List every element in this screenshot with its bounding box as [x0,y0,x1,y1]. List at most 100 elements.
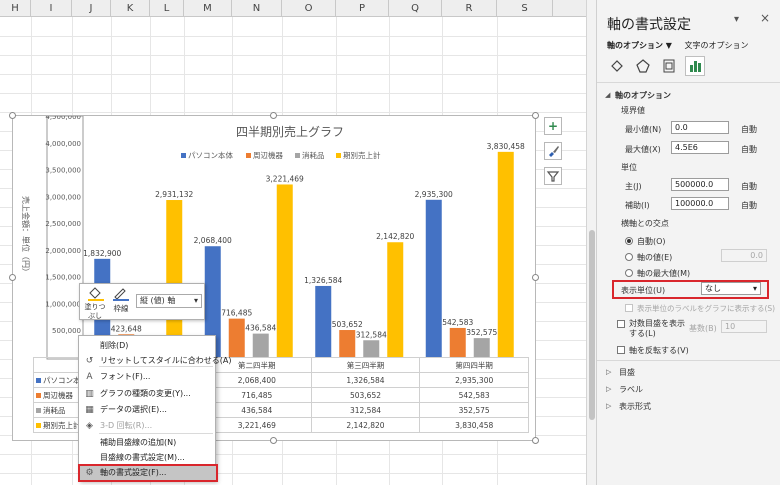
max-auto-button[interactable]: 自動 [741,144,757,155]
axis-value-input[interactable]: 0.0 [721,249,767,262]
major-input[interactable]: 500000.0 [671,178,729,191]
menu-item[interactable]: 削除(D) [79,338,217,354]
column-header[interactable]: L [150,0,184,17]
major-auto-button[interactable]: 自動 [741,181,757,192]
y-tick-label: 4,000,000 [45,140,81,148]
chevron-down-icon: ▾ [193,296,198,305]
chart-resize-handle[interactable] [270,112,277,119]
menu-item[interactable]: 補助目盛線の追加(N) [79,435,217,451]
show-units-label: 表示単位のラベルをグラフに表示する(S) [637,304,776,313]
chevron-down-icon: ▾ [752,284,757,293]
column-header[interactable]: N [232,0,282,17]
menu-item-label: 削除(D) [100,341,129,350]
min-auto-button[interactable]: 自動 [741,124,757,135]
column-header[interactable]: J [72,0,111,17]
bar [387,242,404,357]
section-number[interactable]: 表示形式 [619,401,651,412]
reset-icon: ↺ [85,356,94,366]
chart-resize-handle[interactable] [532,112,539,119]
legend-key [36,423,41,428]
font-icon: A [86,372,93,382]
menu-item[interactable]: A フォント(F)... [79,369,217,385]
min-input[interactable]: 0.0 [671,121,729,134]
menu-item[interactable]: ▥ グラフの種類の変更(Y)... [79,386,217,402]
gridline [0,93,586,94]
scrollbar-thumb[interactable] [589,230,595,420]
data-label: 503,652 [332,320,363,329]
table-cell: 503,652 [310,387,421,403]
paint-bucket-icon [88,287,104,301]
chart-resize-handle[interactable] [270,437,277,444]
chart-element-select[interactable]: 縦 (値) 軸 ▾ [136,294,202,308]
column-header[interactable]: Q [389,0,442,17]
collapsed-icon: ▷ [606,368,612,376]
pane-options-dropdown[interactable]: ▾ [734,14,739,25]
column-header[interactable]: R [442,0,497,17]
minor-auto-button[interactable]: 自動 [741,200,757,211]
chart-styles-button[interactable] [544,142,562,160]
column-header[interactable]: O [282,0,336,17]
chart-filters-button[interactable] [544,167,562,185]
column-header[interactable]: S [497,0,553,17]
minor-input[interactable]: 100000.0 [671,197,729,210]
max-input[interactable]: 4.5E6 [671,141,729,154]
menu-item-label: グラフの種類の変更(Y)... [100,389,191,398]
show-units-checkbox[interactable] [625,304,633,312]
section-ticks[interactable]: 目盛 [619,367,635,378]
bar [228,318,245,357]
radio-axis-max-label: 軸の最大値(M) [637,269,691,278]
effects-icon[interactable] [633,56,653,76]
column-header[interactable]: H [0,0,31,17]
menu-item[interactable]: 目盛線の書式設定(M)... [79,450,217,466]
pane-title: 軸の書式設定 [607,17,691,33]
chart-elements-button[interactable]: + [544,117,562,135]
pane-tabs: 軸のオプション ▼ 文字のオプション [607,40,758,51]
menu-item[interactable]: ⚙ 軸の書式設定(F)... [78,464,218,482]
outline-button[interactable]: 枠線 [110,287,132,314]
vertical-scrollbar[interactable] [586,0,596,485]
radio-axis-value[interactable] [625,253,633,261]
table-cell: 312,584 [310,402,421,418]
bar [339,330,356,357]
radio-axis-max[interactable] [625,269,633,277]
units-label: 単位 [621,163,637,172]
chart-resize-handle[interactable] [532,274,539,281]
format-axis-icon: ⚙ [85,468,94,478]
chart-resize-handle[interactable] [532,437,539,444]
tab-axis-options[interactable]: 軸のオプション ▼ [607,40,672,51]
bar [252,333,269,357]
close-icon[interactable]: × [760,11,770,25]
table-cell: 352,575 [419,402,529,418]
gridline [0,55,586,56]
size-properties-icon[interactable] [659,56,679,76]
section-labels[interactable]: ラベル [619,384,643,395]
divider [597,360,780,361]
axis-options-icon[interactable] [685,56,705,76]
column-header[interactable]: P [336,0,389,17]
display-units-select[interactable]: なし ▾ [701,282,761,295]
column-header[interactable]: K [111,0,150,17]
table-cell: 3,830,458 [419,417,529,433]
legend-entry: 消耗品 [302,150,325,160]
log-scale-checkbox[interactable] [617,320,625,328]
menu-item-label: 軸の書式設定(F)... [100,468,167,477]
reverse-checkbox[interactable] [617,346,625,354]
column-header[interactable]: M [184,0,232,17]
rotate-3d-icon: ◈ [86,421,93,431]
fill-button[interactable]: 塗りつぶし [84,287,108,321]
min-label: 最小値(N) [625,125,662,134]
fill-line-icon[interactable] [607,56,627,76]
chart-resize-handle[interactable] [9,274,16,281]
column-header[interactable]: I [31,0,72,17]
menu-item[interactable]: ◈ 3-D 回転(R)... [79,418,217,434]
menu-item[interactable]: ▦ データの選択(E)... [79,402,217,418]
chart-resize-handle[interactable] [9,112,16,119]
section-axis-options[interactable]: 軸のオプション [615,90,671,101]
radio-auto[interactable] [625,237,633,245]
gridline [0,112,586,113]
base-input[interactable]: 10 [721,320,767,333]
table-cell: 2,935,300 [419,372,529,388]
tab-text-options[interactable]: 文字のオプション [684,40,748,51]
y-axis-title: 売上金額：単位（円） [21,196,31,276]
base-label: 基数(B) [689,324,717,333]
